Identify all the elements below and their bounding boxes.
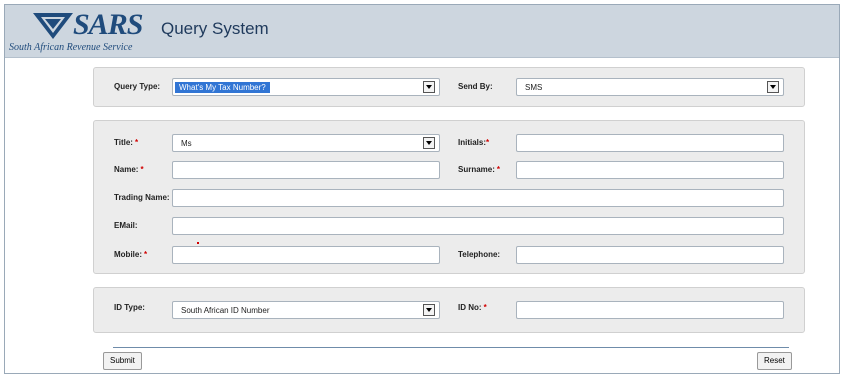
chevron-down-icon[interactable] <box>423 137 435 149</box>
name-input[interactable] <box>172 161 440 179</box>
initials-label: Initials:* <box>458 138 490 147</box>
chevron-down-icon[interactable] <box>423 304 435 316</box>
mobile-label: Mobile: * <box>114 250 148 259</box>
required-marker: * <box>486 138 490 147</box>
chevron-down-icon[interactable] <box>767 81 779 93</box>
form-divider <box>113 347 789 348</box>
reset-button[interactable]: Reset <box>757 352 792 370</box>
send-by-label: Send By: <box>458 82 493 91</box>
query-type-value: What's My Tax Number? <box>175 82 270 93</box>
submit-button[interactable]: Submit <box>103 352 142 370</box>
page-title: Query System <box>161 19 269 38</box>
trading-name-label: Trading Name: <box>114 193 170 202</box>
chevron-down-icon[interactable] <box>423 81 435 93</box>
title-value: Ms <box>181 139 192 148</box>
title-label: Title: * <box>114 138 139 147</box>
brand-wordmark: SARS <box>73 8 143 41</box>
sars-logo-mark-icon <box>33 13 73 39</box>
id-type-label: ID Type: <box>114 303 145 312</box>
surname-label: Surname: * <box>458 165 501 174</box>
query-panel: Query Type: What's My Tax Number? Send B… <box>93 67 805 107</box>
details-panel: Title: * Ms Initials:* Name: * Surname: * T… <box>93 120 805 274</box>
id-type-select[interactable]: South African ID Number <box>172 301 440 319</box>
query-type-select[interactable]: What's My Tax Number? <box>172 78 440 96</box>
required-marker: * <box>134 138 139 147</box>
required-marker: * <box>483 303 487 312</box>
required-marker: * <box>496 165 501 174</box>
send-by-select[interactable]: SMS <box>516 78 784 96</box>
identity-panel: ID Type: South African ID Number ID No: * <box>93 287 805 333</box>
trading-name-input[interactable] <box>172 189 784 207</box>
required-marker: * <box>140 165 144 174</box>
brand-subtitle: South African Revenue Service <box>9 42 133 53</box>
mobile-input[interactable] <box>172 246 440 264</box>
title-select[interactable]: Ms <box>172 134 440 152</box>
email-label: EMail: <box>114 221 138 230</box>
required-dot <box>197 242 199 244</box>
surname-input[interactable] <box>516 161 784 179</box>
query-type-label: Query Type: <box>114 82 161 91</box>
required-marker: * <box>144 250 148 259</box>
header: SARS South African Revenue Service Query… <box>5 5 839 58</box>
id-no-input[interactable] <box>516 301 784 319</box>
telephone-input[interactable] <box>516 246 784 264</box>
id-type-value: South African ID Number <box>181 306 270 315</box>
sars-logo: SARS South African Revenue Service <box>7 9 157 55</box>
app-window: SARS South African Revenue Service Query… <box>4 4 840 374</box>
name-label: Name: * <box>114 165 144 174</box>
initials-input[interactable] <box>516 134 784 152</box>
send-by-value: SMS <box>525 83 543 92</box>
email-input[interactable] <box>172 217 784 235</box>
telephone-label: Telephone: <box>458 250 501 259</box>
id-no-label: ID No: * <box>458 303 487 312</box>
